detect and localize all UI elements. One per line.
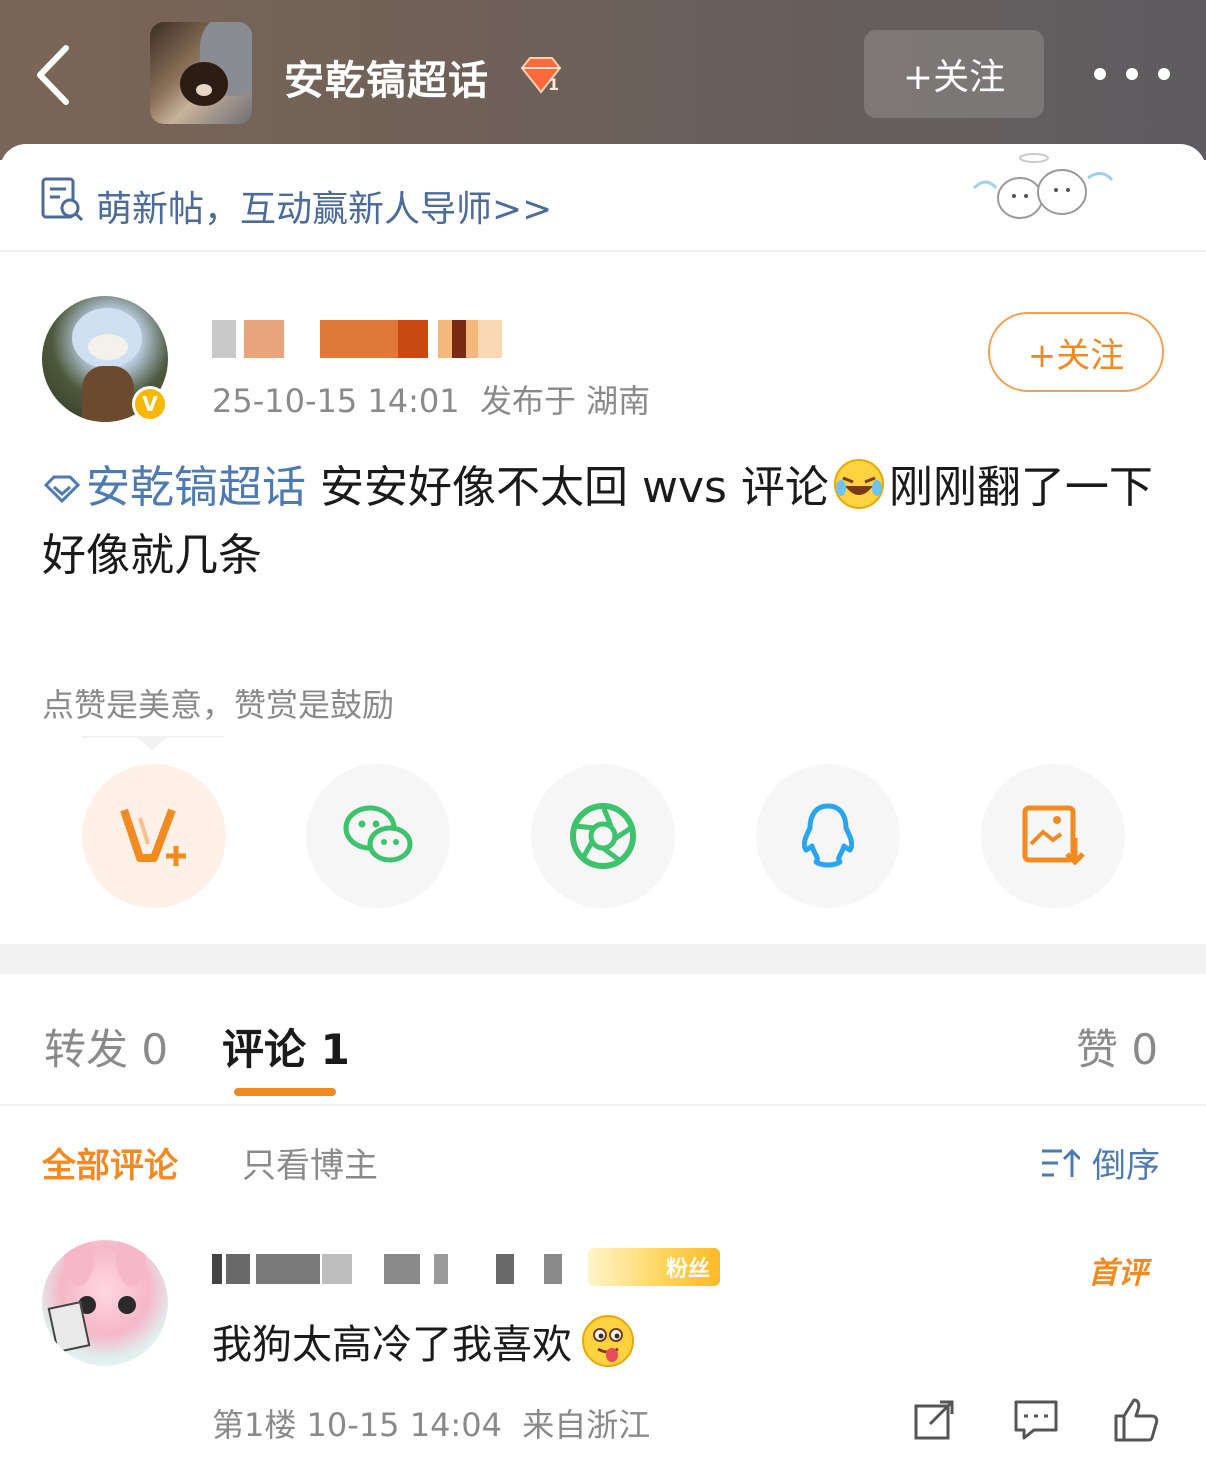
tongue-out-emoji-icon xyxy=(582,1315,634,1367)
post-text-part1: 安安好像不太回 wvs 评论 xyxy=(306,462,829,513)
qq-icon xyxy=(801,803,855,868)
angel-cats-decoration-icon xyxy=(972,153,1114,219)
tab-comments[interactable]: 评论 1 xyxy=(222,1016,350,1077)
chevron-left-icon xyxy=(37,45,69,105)
comment-text: 我狗太高冷了我喜欢 xyxy=(212,1312,636,1370)
comment-location: 来自浙江 xyxy=(522,1406,651,1444)
comment-reply-button[interactable] xyxy=(1012,1396,1060,1444)
share-row xyxy=(0,764,1206,910)
comment-like-button[interactable] xyxy=(1112,1396,1160,1444)
post-content: 安乾镐超话 安安好像不太回 wvs 评论 刚刚翻了一下好像就几条 xyxy=(42,454,1162,590)
topic-link-label[interactable]: 安乾镐超话 xyxy=(86,462,306,513)
reply-comment-icon xyxy=(1014,1400,1058,1440)
comment-meta: 第1楼 10-15 14:04 来自浙江 xyxy=(212,1400,650,1446)
sort-label: 倒序 xyxy=(1092,1146,1160,1186)
verified-badge-icon: V xyxy=(132,386,168,422)
post-location: 发布于 湖南 xyxy=(479,382,651,420)
moments-icon xyxy=(570,803,636,869)
post-timestamp: 25-10-15 14:01 xyxy=(212,382,460,420)
tip-caret xyxy=(138,738,166,750)
more-options-icon[interactable] xyxy=(1094,60,1170,88)
post-document-icon xyxy=(41,177,84,222)
newbie-banner[interactable]: 萌新帖，互动赢新人导师>> xyxy=(0,144,1206,252)
qq-share-button[interactable] xyxy=(756,764,900,908)
comment-text-label: 我狗太高冷了我喜欢 xyxy=(212,1322,572,1368)
wechat-icon xyxy=(343,805,413,863)
sort-icon xyxy=(1042,1148,1080,1177)
banner-text[interactable]: 萌新帖，互动赢新人导师>> xyxy=(96,180,552,232)
comment-floor: 第1楼 xyxy=(212,1406,297,1444)
save-image-button[interactable] xyxy=(981,764,1125,908)
tab-likes[interactable]: 赞 0 xyxy=(1076,1016,1158,1077)
filter-poster-only[interactable]: 只看博主 xyxy=(242,1138,378,1187)
first-comment-badge: 首评 xyxy=(1088,1248,1148,1292)
section-separator xyxy=(0,944,1206,974)
save-image-icon xyxy=(1022,805,1085,866)
thumbs-up-icon xyxy=(1114,1398,1159,1442)
post-card: 萌新帖，互动赢新人导师>> V 25-10-15 14:01 发布于 湖南 +关… xyxy=(0,144,1206,1472)
reward-button[interactable] xyxy=(82,764,226,908)
fan-badge: 粉丝 xyxy=(588,1248,720,1286)
active-tab-indicator xyxy=(234,1088,336,1096)
follow-author-button[interactable]: +关注 xyxy=(988,312,1164,392)
topic-thumbnail[interactable] xyxy=(150,22,252,124)
sort-button[interactable]: 倒序 xyxy=(1040,1138,1160,1187)
share-external-icon xyxy=(914,1400,954,1440)
topic-title[interactable]: 安乾镐超话 xyxy=(284,48,489,106)
back-button[interactable] xyxy=(28,40,84,110)
tabs-divider xyxy=(0,1104,1206,1106)
topic-link[interactable]: 安乾镐超话 xyxy=(42,462,306,513)
reward-tip: 点赞是美意，赞赏是鼓励 xyxy=(42,686,395,724)
laugh-cry-emoji-icon xyxy=(833,459,884,509)
commenter-name-blurred[interactable] xyxy=(212,1250,652,1286)
tab-repost[interactable]: 转发 0 xyxy=(44,1016,168,1077)
author-name-blurred[interactable] xyxy=(212,320,502,358)
post-meta: 25-10-15 14:01 发布于 湖南 xyxy=(212,376,650,422)
super-topic-diamond-icon: 1 xyxy=(520,57,562,94)
follow-topic-button[interactable]: +关注 xyxy=(864,30,1044,118)
v-plus-icon xyxy=(120,808,186,866)
svg-text:1: 1 xyxy=(548,75,559,94)
comment-share-button[interactable] xyxy=(910,1396,958,1444)
commenter-avatar[interactable] xyxy=(42,1240,168,1366)
comment-timestamp: 10-15 14:04 xyxy=(306,1406,502,1444)
filter-all-comments[interactable]: 全部评论 xyxy=(42,1138,178,1187)
top-bar: 安乾镐超话 1 +关注 xyxy=(0,0,1206,160)
moments-share-button[interactable] xyxy=(531,764,675,908)
wechat-share-button[interactable] xyxy=(306,764,450,908)
topic-tag-icon xyxy=(43,475,81,504)
